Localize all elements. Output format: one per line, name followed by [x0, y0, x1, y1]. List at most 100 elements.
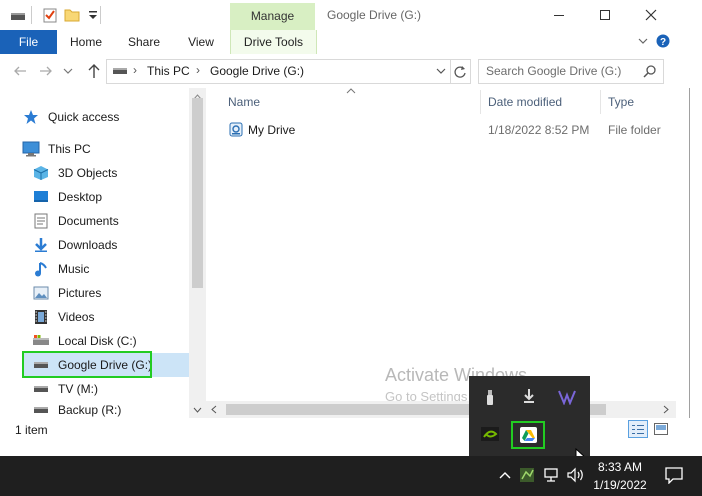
column-separator[interactable] — [480, 90, 481, 114]
sidebar-item-local-disk-c[interactable]: Local Disk (C:) — [22, 329, 186, 353]
sidebar-item-label: Desktop — [58, 190, 103, 204]
close-button[interactable] — [628, 0, 674, 30]
refresh-icon — [453, 65, 466, 78]
google-drive-tray-button[interactable] — [511, 421, 545, 449]
sidebar-item-this-pc[interactable]: This PC — [12, 137, 176, 161]
details-view-icon — [632, 425, 644, 434]
help-icon[interactable]: ? — [656, 34, 670, 48]
column-header-date-modified[interactable]: Date modified — [488, 90, 562, 114]
column-header-type[interactable]: Type — [608, 90, 634, 114]
star-icon — [22, 109, 40, 125]
network-icon[interactable] — [543, 467, 561, 483]
sidebar-item-tv-m[interactable]: TV (M:) — [22, 377, 186, 401]
window-title: Google Drive (G:) — [327, 8, 422, 22]
search-input[interactable]: Search Google Drive (G:) — [486, 64, 621, 78]
download-icon — [32, 237, 50, 253]
details-view-button[interactable] — [628, 420, 648, 438]
sidebar-item-music[interactable]: Music — [22, 257, 186, 281]
volume-icon[interactable] — [566, 467, 586, 483]
manage-tab[interactable]: Manage — [230, 3, 315, 30]
nav-scroll-thumb[interactable] — [192, 98, 203, 288]
sidebar-item-downloads[interactable]: Downloads — [22, 233, 186, 257]
scroll-left-icon[interactable] — [209, 404, 219, 415]
horizontal-scrollbar[interactable] — [206, 401, 676, 418]
sidebar-item-videos[interactable]: Videos — [22, 305, 186, 329]
chevron-down-icon[interactable] — [435, 66, 447, 76]
folder-shortcut-icon — [229, 122, 243, 137]
svg-text:?: ? — [660, 37, 666, 48]
breadcrumb-this-pc[interactable]: This PC — [147, 64, 190, 78]
vpn-icon[interactable] — [558, 389, 576, 406]
sidebar-item-pictures[interactable]: Pictures — [22, 281, 186, 305]
address-bar[interactable]: › This PC › Google Drive (G:) — [106, 59, 451, 84]
download-manager-icon[interactable] — [522, 388, 536, 406]
sidebar-item-label: Downloads — [58, 238, 118, 252]
sort-ascending-icon — [345, 84, 357, 94]
usb-icon[interactable] — [484, 389, 496, 407]
breadcrumb-google-drive[interactable]: Google Drive (G:) — [210, 64, 304, 78]
drive-icon[interactable] — [10, 7, 26, 23]
drive-icon — [32, 402, 50, 418]
recent-locations-icon[interactable] — [62, 64, 74, 78]
search-icon[interactable] — [643, 64, 657, 78]
new-folder-icon[interactable] — [64, 7, 80, 23]
video-icon — [32, 309, 50, 325]
sidebar-item-backup-r[interactable]: Backup (R:) — [22, 401, 186, 418]
tab-drive-tools[interactable]: Drive Tools — [230, 30, 317, 54]
file-date: 1/18/2022 8:52 PM — [488, 123, 590, 137]
tab-home[interactable]: Home — [60, 30, 112, 54]
chevron-right-icon[interactable]: › — [133, 63, 137, 77]
properties-icon[interactable] — [42, 7, 58, 23]
tab-view[interactable]: View — [176, 30, 226, 54]
sidebar-item-desktop[interactable]: Desktop — [22, 185, 186, 209]
separator — [31, 6, 32, 24]
clock-date[interactable]: 1/19/2022 — [590, 478, 650, 492]
chevron-right-icon[interactable]: › — [196, 63, 200, 77]
forward-icon[interactable] — [38, 63, 54, 79]
maximize-button[interactable] — [582, 0, 628, 30]
minimize-icon — [554, 15, 564, 16]
minimize-button[interactable] — [536, 0, 582, 30]
large-icons-view-button[interactable] — [651, 420, 671, 438]
sidebar-item-label: Documents — [58, 214, 119, 228]
sidebar-item-documents[interactable]: Documents — [22, 209, 186, 233]
sidebar-item-quick-access[interactable]: Quick access — [12, 105, 176, 129]
highlight-box — [22, 351, 152, 378]
tab-share[interactable]: Share — [118, 30, 170, 54]
nav-scrollbar[interactable] — [189, 88, 206, 418]
close-icon — [645, 9, 657, 21]
music-icon — [32, 261, 50, 277]
sidebar-item-label: Backup (R:) — [58, 402, 122, 417]
cube-icon — [32, 165, 50, 181]
sidebar-item-3d-objects[interactable]: 3D Objects — [22, 161, 186, 185]
clock-time[interactable]: 8:33 AM — [590, 460, 650, 474]
app-tray-icon[interactable] — [519, 467, 537, 483]
action-center-button[interactable] — [664, 466, 684, 485]
sidebar-item-label: This PC — [48, 142, 91, 156]
column-separator[interactable] — [600, 90, 601, 114]
disk-icon — [32, 333, 50, 349]
document-icon — [32, 213, 50, 229]
column-header-name[interactable]: Name — [228, 90, 260, 114]
file-type: File folder — [608, 123, 661, 137]
refresh-button[interactable] — [449, 59, 471, 84]
scroll-right-icon[interactable] — [661, 404, 671, 415]
search-box[interactable]: Search Google Drive (G:) — [478, 59, 664, 84]
table-row[interactable]: My Drive 1/18/2022 8:52 PM File folder — [220, 119, 670, 141]
expand-ribbon-icon[interactable] — [636, 34, 650, 48]
sidebar-item-label: TV (M:) — [58, 382, 98, 396]
sidebar-item-label: Videos — [58, 310, 95, 324]
desktop-icon — [32, 189, 50, 205]
drive-icon — [32, 381, 50, 397]
scroll-down-icon[interactable] — [192, 404, 203, 414]
back-icon[interactable] — [12, 63, 28, 79]
up-icon[interactable] — [86, 62, 102, 80]
sidebar-item-label: Music — [58, 262, 90, 276]
customize-qat-icon[interactable] — [85, 7, 101, 23]
picture-icon — [32, 285, 50, 301]
tab-file[interactable]: File — [0, 30, 57, 54]
file-name[interactable]: My Drive — [248, 123, 295, 137]
show-hidden-icons-button[interactable] — [498, 468, 512, 482]
window-border — [689, 88, 690, 440]
nvidia-icon[interactable] — [481, 427, 499, 441]
